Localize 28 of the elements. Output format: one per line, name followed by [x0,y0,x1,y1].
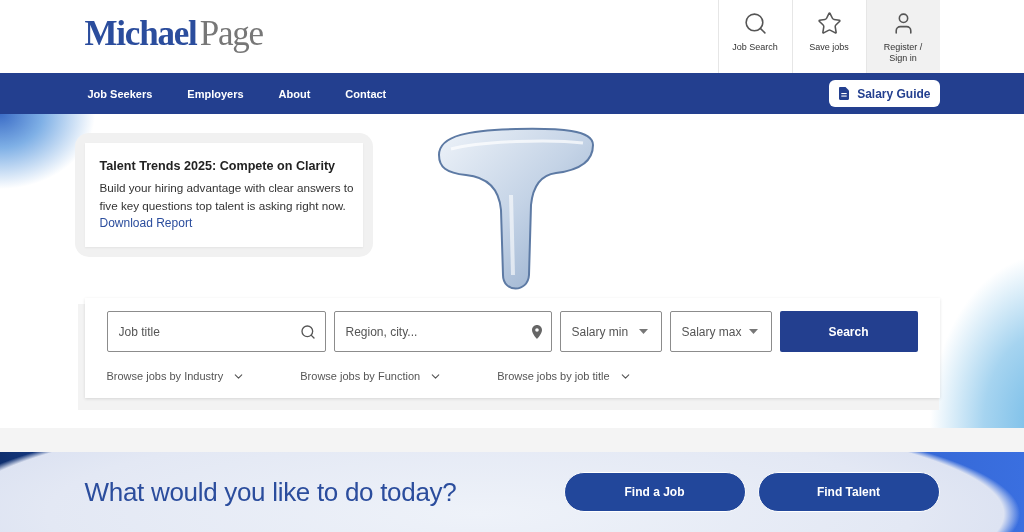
map-pin-icon [531,324,542,339]
company-logo[interactable]: MichaelPage [84,16,263,51]
download-report-link[interactable]: Download Report [99,214,193,232]
browse-jobs-dropdown[interactable]: Browse jobs by Function [300,369,443,383]
document-icon [839,87,850,100]
star-icon [816,11,842,36]
search-icon [742,11,768,36]
browse-jobs-dropdown[interactable]: Browse jobs by Industry [106,369,246,383]
salary-select[interactable]: Salary max [669,311,772,352]
nav-link[interactable]: About [278,87,311,100]
location-field[interactable]: Region, city... [333,311,552,352]
nav-link[interactable]: Employers [187,87,244,100]
cta-button[interactable]: Find a Job [563,472,746,512]
nav-link[interactable]: Job Seekers [87,87,153,100]
salary-select[interactable]: Salary min [559,311,662,352]
header-action-button[interactable]: Register / Sign in [865,0,940,73]
search-icon [299,323,316,340]
nav-link[interactable]: Contact [345,87,387,100]
salary-guide-button[interactable]: Salary Guide [829,80,940,107]
promo-text: Build your hiring advantage with clear answers to five key questions top talent is asking right now. [99,180,355,214]
browse-jobs-dropdown[interactable]: Browse jobs by job title [497,369,632,383]
job-title-field[interactable]: Job title [106,311,326,352]
cta-heading: What would you like to do today? [84,476,457,508]
promo-title: Talent Trends 2025: Compete on Clarity [99,158,337,175]
search-button[interactable]: Search [779,311,918,352]
caret-down-icon [638,329,648,334]
cta-button[interactable]: Find Talent [757,472,940,512]
caret-down-icon [748,329,758,334]
